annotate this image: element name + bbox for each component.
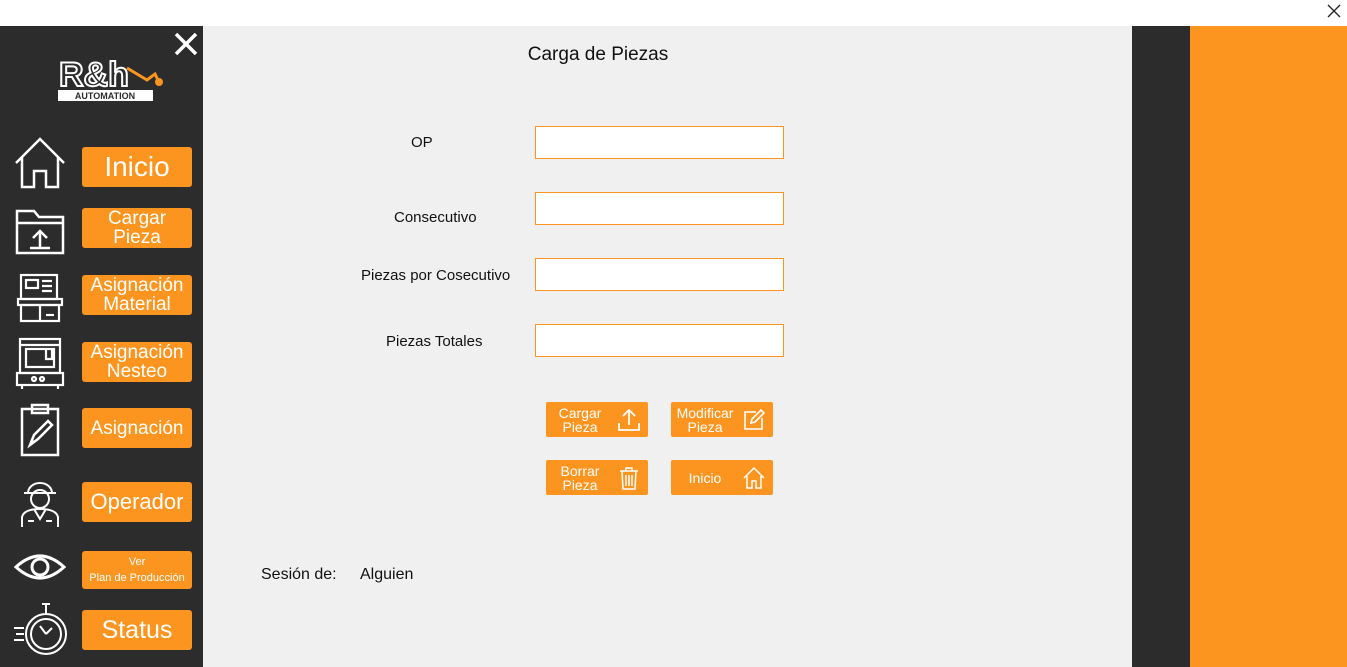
material-shelf-icon[interactable] [10,266,70,324]
nav-label: Pieza [113,227,161,248]
edit-icon [739,405,769,435]
nav-label: Inicio [104,151,170,182]
nav-operador-button[interactable]: Operador [82,482,192,522]
worker-icon[interactable] [10,472,70,530]
eye-icon[interactable] [10,538,70,596]
home-icon [739,463,769,493]
page-title: Carga de Piezas [527,44,669,65]
window-close-button[interactable] [1323,0,1345,22]
op-label: OP [411,134,433,151]
piezas-totales-label: Piezas Totales [386,333,483,350]
cargar-pieza-button[interactable]: Cargar Pieza [546,402,648,437]
nav-label: Asignación [90,417,184,439]
nav-status-button[interactable]: Status [82,610,192,650]
nav-asignacion-button[interactable]: Asignación [82,408,192,448]
close-icon [174,32,198,56]
nav-inicio-button[interactable]: Inicio [82,147,192,187]
button-label: Pieza [687,418,723,435]
upload-icon [614,405,644,435]
nav-ver-plan-button[interactable]: Ver Plan de Producción [82,551,192,589]
button-label: Pieza [562,476,598,493]
logo: R&h AUTOMATION [55,55,165,104]
nav-label: Ver [128,555,146,568]
button-label: Borrar [560,462,600,479]
modificar-pieza-button[interactable]: Modificar Pieza [671,402,773,437]
button-label: Inicio [688,469,722,486]
piezas-totales-input[interactable] [535,324,784,357]
nav-label: Plan de Producción [89,572,185,584]
nav-label: Status [101,615,173,644]
trash-icon [614,463,644,493]
sidebar-close-button[interactable] [172,30,200,58]
op-input[interactable] [535,126,784,159]
piezas-por-consecutivo-input[interactable] [535,258,784,291]
inicio-button[interactable]: Inicio [671,460,773,495]
button-label: Modificar [676,404,734,421]
nav-asignacion-material-button[interactable]: Asignación Material [82,275,192,315]
piezas-por-consecutivo-label: Piezas por Cosecutivo [361,267,511,284]
home-icon[interactable] [10,134,70,192]
folder-upload-icon[interactable] [10,200,70,258]
nav-label: Operador [90,489,184,514]
consecutivo-input[interactable] [535,192,784,225]
nav-label: Asignación [90,342,184,363]
clipboard-pen-icon[interactable] [10,400,70,458]
logo-subtext: AUTOMATION [75,91,135,101]
logo-text: R&h [59,56,129,94]
button-label: Cargar [558,404,602,421]
machine-icon[interactable] [10,332,70,390]
right-accent-panel [1190,26,1347,667]
close-icon [1327,4,1341,18]
nav-cargar-pieza-button[interactable]: Cargar Pieza [82,208,192,248]
button-label: Pieza [562,418,598,435]
title-bar [0,0,1347,26]
sidebar: R&h AUTOMATION Inicio Cargar Pieza Asign… [0,26,203,667]
right-dark-panel [1132,26,1190,667]
nav-label: Asignación [90,275,184,296]
consecutivo-label: Consecutivo [394,209,477,226]
nav-label: Cargar [107,208,167,229]
session-label: Sesión de: [261,566,337,583]
borrar-pieza-button[interactable]: Borrar Pieza [546,460,648,495]
nav-label: Nesteo [106,361,168,382]
session-user: Alguien [360,566,414,583]
nav-label: Material [103,294,171,315]
stopwatch-icon[interactable] [10,600,70,658]
nav-asignacion-nesteo-button[interactable]: Asignación Nesteo [82,342,192,382]
main-panel: Carga de Piezas OP Consecutivo Piezas po… [203,26,1132,667]
